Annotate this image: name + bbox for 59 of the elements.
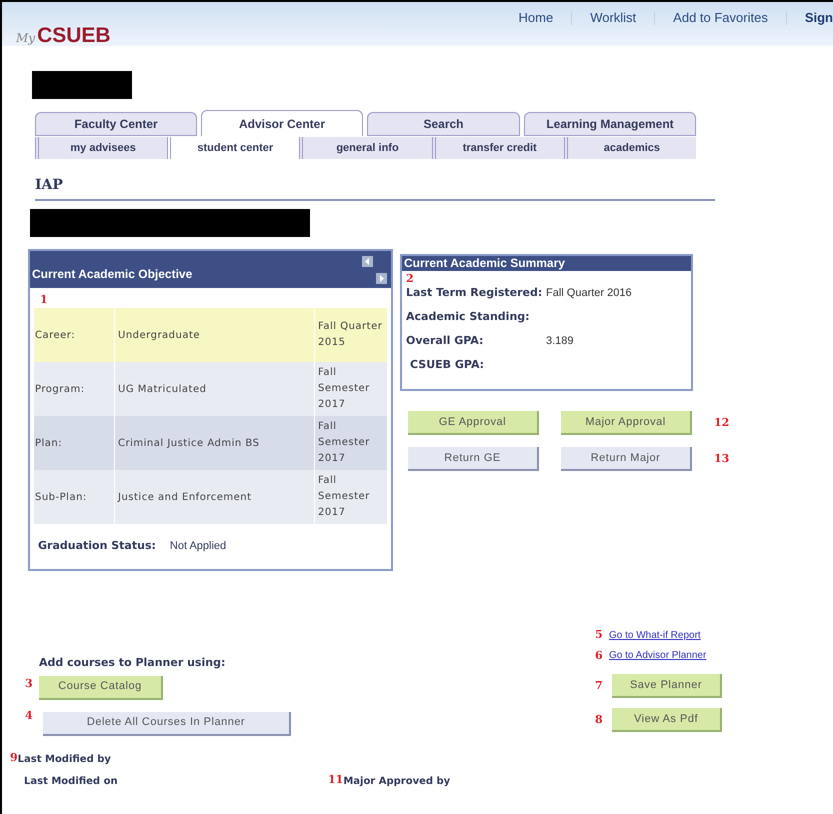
annotation-number: 3 <box>25 676 34 692</box>
tab[interactable]: Faculty Center <box>35 112 197 136</box>
table-cell: Fall Semester 2017 <box>314 470 384 524</box>
subtab[interactable]: general info <box>299 137 432 159</box>
field-label: Last Modified on <box>24 774 118 788</box>
table-cell-text: Plan: <box>34 436 64 450</box>
action-button[interactable]: Save Planner <box>612 674 722 698</box>
tab[interactable]: Advisor Center <box>201 110 363 136</box>
action-button[interactable]: View As Pdf <box>612 708 722 732</box>
field-value: 3.189 <box>546 334 574 349</box>
link[interactable]: Go to What-if Report <box>609 628 701 643</box>
table-cell: Justice and Enforcement <box>114 470 314 524</box>
previous-icon[interactable] <box>362 256 373 266</box>
action-button[interactable]: Return Major <box>561 447 692 471</box>
annotation-number: 4 <box>25 708 34 724</box>
nav-link[interactable]: Worklist <box>590 8 636 28</box>
field-label: Major Approved by <box>343 774 450 788</box>
annotation-number: 13 <box>714 450 728 467</box>
panel-title: Current Academic Objective <box>32 266 192 282</box>
field-label: CSUEB GPA: <box>409 356 486 373</box>
field-value: Fall Quarter 2016 <box>546 286 632 301</box>
field-label: Last Term Registered: <box>406 284 544 301</box>
field-label: Graduation Status: <box>38 538 156 554</box>
logo-text: CSUEB <box>37 23 111 49</box>
action-button[interactable]: GE Approval <box>408 411 539 435</box>
annotation-number: 9 <box>10 750 18 766</box>
annotation-number: 5 <box>595 627 604 643</box>
nav-link[interactable]: Add to Favorites <box>673 8 768 28</box>
annotation-number: 8 <box>595 712 604 728</box>
action-button[interactable]: Major Approval <box>561 411 692 435</box>
tab[interactable]: Search <box>367 112 520 136</box>
nav-link[interactable]: Home <box>518 8 554 28</box>
tab[interactable]: Learning Management <box>524 112 696 136</box>
logo-prefix: My <box>16 30 36 47</box>
table-cell-text: Program: <box>34 382 86 396</box>
action-button[interactable]: Course Catalog <box>39 676 163 700</box>
annotation-number: 12 <box>714 414 728 431</box>
nav-link[interactable]: Sign <box>804 8 833 28</box>
annotation-number: 7 <box>595 678 604 694</box>
panel-title: Current Academic Summary <box>404 256 566 271</box>
action-button[interactable]: Delete All Courses In Planner <box>43 712 291 736</box>
next-icon[interactable] <box>376 272 387 284</box>
subtab[interactable]: my advisees <box>35 137 168 159</box>
subtab[interactable]: transfer credit <box>432 137 564 159</box>
field-label: Last Modified by <box>18 752 111 766</box>
annotation-number: 11 <box>328 772 344 788</box>
annotation-number: 6 <box>595 648 604 664</box>
annotation-number: 1 <box>39 292 49 308</box>
link[interactable]: Go to Advisor Planner <box>609 648 706 664</box>
section-heading: Add courses to Planner using: <box>39 655 226 671</box>
field-value: Not Applied <box>170 539 226 554</box>
annotation-number: 2 <box>405 273 415 285</box>
action-button[interactable]: Return GE <box>408 447 539 471</box>
page-title: IAP <box>35 177 63 193</box>
field-label: Academic Standing: <box>406 308 531 325</box>
subtab[interactable]: academics <box>564 137 696 159</box>
table-cell-text: Career: <box>34 328 76 342</box>
field-label: Overall GPA: <box>406 332 484 349</box>
table-cell-text: Sub-Plan: <box>34 490 88 504</box>
